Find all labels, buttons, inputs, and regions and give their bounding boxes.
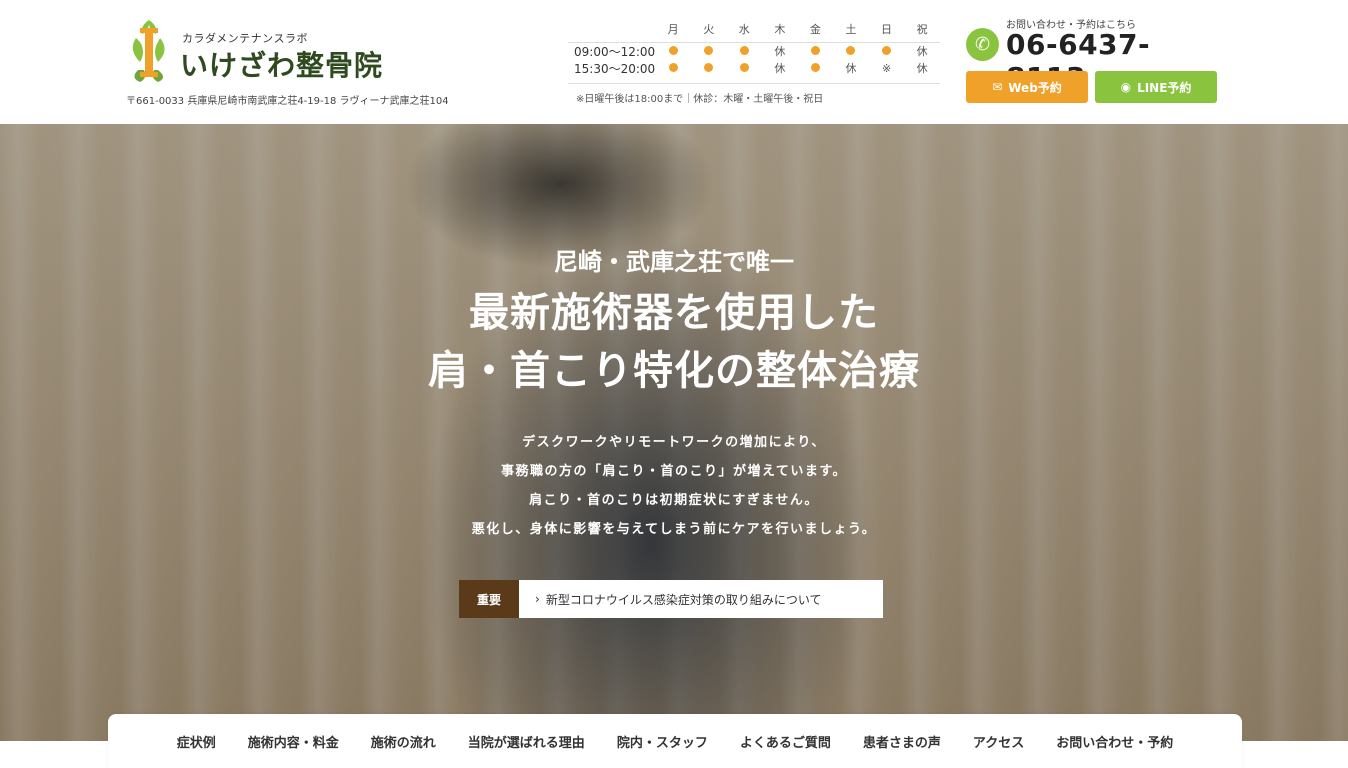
- notice-link[interactable]: › 新型コロナウイルス感染症対策の取り組みについて: [519, 580, 883, 618]
- day-header: 木: [774, 22, 786, 36]
- hero-body-line: 事務職の方の「肩こり・首のこり」が増えています。: [500, 464, 848, 479]
- nav-item-staff[interactable]: 院内・スタッフ: [601, 732, 724, 751]
- hours-table: 月 火 水 木 金 土 日 祝 09:00〜12:00 休休 15:30〜20:00…: [568, 16, 940, 84]
- day-header: 土: [845, 22, 857, 36]
- open-dot-icon: [727, 42, 763, 60]
- day-header: 水: [738, 22, 750, 36]
- important-notice[interactable]: 重要 › 新型コロナウイルス感染症対策の取り組みについて: [459, 580, 883, 618]
- hours-note: ※日曜午後は18:00まで｜休診：木曜・土曜午後・祝日: [576, 93, 824, 105]
- open-dot-icon: [798, 42, 834, 60]
- hours-cell: ※: [868, 59, 905, 84]
- hero-title-line2: 肩・首こり特化の整体治療: [428, 348, 920, 394]
- day-header: 日: [881, 22, 893, 36]
- open-dot-icon: [869, 42, 905, 60]
- open-dot-icon: [691, 42, 727, 60]
- business-hours: 月 火 水 木 金 土 日 祝 09:00〜12:00 休休 15:30〜20:00…: [568, 16, 940, 116]
- hours-row: 15:30〜20:00 休休 ※ 休: [568, 59, 940, 84]
- hours-cell: 休: [833, 59, 869, 84]
- phone-icon: ✆: [966, 28, 999, 61]
- clinic-address: 〒661-0033 兵庫県尼崎市南武庫之荘4-19-18 ラヴィーナ武庫之荘10…: [126, 96, 449, 107]
- day-header: 火: [703, 22, 715, 36]
- open-dot-icon: [704, 62, 714, 72]
- hours-time: 15:30〜20:00: [568, 59, 656, 84]
- open-dot-icon: [882, 45, 892, 55]
- notice-tag: 重要: [459, 580, 519, 618]
- nav-item-reasons[interactable]: 当院が選ばれる理由: [452, 732, 601, 751]
- day-header: 月: [667, 22, 679, 36]
- open-dot-icon: [810, 45, 820, 55]
- line-reservation-button[interactable]: ◉ LINE予約: [1095, 71, 1217, 103]
- notice-text: 新型コロナウイルス感染症対策の取り組みについて: [545, 592, 822, 607]
- hours-time: 09:00〜12:00: [574, 44, 656, 59]
- hours-time-header: [568, 16, 655, 42]
- hero-title-line1: 最新施術器を使用した: [469, 290, 879, 336]
- nav-item-flow[interactable]: 施術の流れ: [355, 732, 452, 751]
- open-dot-icon: [668, 62, 678, 72]
- hours-row: 09:00〜12:00 休 休: [568, 42, 940, 60]
- hero-body-line: デスクワークやリモートワークの増加により、: [522, 435, 826, 450]
- site-header: カラダメンテナンスラボ いけざわ整骨院 〒661-0033 兵庫県尼崎市南武庫之…: [0, 0, 1348, 124]
- leaf-logo-icon: [132, 20, 165, 82]
- nav-item-voices[interactable]: 患者さまの声: [847, 732, 957, 751]
- day-header: 祝: [916, 22, 928, 36]
- global-nav: 症状例 施術内容・料金 施術の流れ 当院が選ばれる理由 院内・スタッフ よくある…: [108, 714, 1242, 768]
- hero-lead: 尼崎・武庫之荘で唯一: [554, 248, 794, 276]
- hero-section: 尼崎・武庫之荘で唯一 最新施術器を使用した 肩・首こり特化の整体治療 デスクワー…: [0, 124, 1348, 741]
- hours-cell: 休: [904, 59, 940, 84]
- site-logo[interactable]: カラダメンテナンスラボ いけざわ整骨院: [126, 18, 486, 88]
- open-dot-icon: [690, 59, 727, 84]
- web-reservation-button[interactable]: ✉ Web予約: [966, 71, 1088, 103]
- hero-body-line: 肩こり・首のこりは初期症状にすぎません。: [529, 493, 819, 508]
- open-dot-icon: [846, 45, 856, 55]
- contact-box: お問い合わせ・予約はこちら ✆ 06-6437-8113 ✉ Web予約 ◉ L…: [966, 14, 1218, 106]
- chevron-right-icon: ›: [535, 592, 540, 606]
- open-dot-icon: [726, 59, 763, 84]
- web-reservation-label: Web予約: [1008, 80, 1062, 95]
- mail-icon: ✉: [992, 80, 1003, 94]
- hero-body: デスクワークやリモートワークの増加により、 事務職の方の「肩こり・首のこり」が増…: [0, 428, 1348, 544]
- open-dot-icon: [655, 59, 691, 84]
- nav-item-treatment-price[interactable]: 施術内容・料金: [232, 732, 355, 751]
- open-dot-icon: [739, 45, 749, 55]
- open-dot-icon: [797, 59, 834, 84]
- nav-item-access[interactable]: アクセス: [957, 732, 1040, 751]
- open-dot-icon: [739, 62, 749, 72]
- open-dot-icon: [810, 62, 820, 72]
- hours-cell: 休: [762, 59, 798, 84]
- nav-item-contact[interactable]: お問い合わせ・予約: [1040, 732, 1189, 751]
- open-dot-icon: [668, 45, 678, 55]
- line-icon: ◉: [1120, 80, 1132, 94]
- hours-cell: 休: [774, 45, 786, 58]
- hero-body-line: 悪化し、身体に影響を与えてしまう前にケアを行いましょう。: [471, 522, 877, 537]
- logo-title: いけざわ整骨院: [180, 49, 384, 82]
- open-dot-icon: [655, 42, 691, 60]
- open-dot-icon: [704, 45, 714, 55]
- day-header: 金: [809, 22, 821, 36]
- nav-item-faq[interactable]: よくあるご質問: [724, 732, 847, 751]
- line-reservation-label: LINE予約: [1137, 80, 1192, 95]
- nav-item-symptoms[interactable]: 症状例: [161, 732, 232, 751]
- open-dot-icon: [833, 42, 869, 60]
- hours-cell: 休: [916, 45, 928, 58]
